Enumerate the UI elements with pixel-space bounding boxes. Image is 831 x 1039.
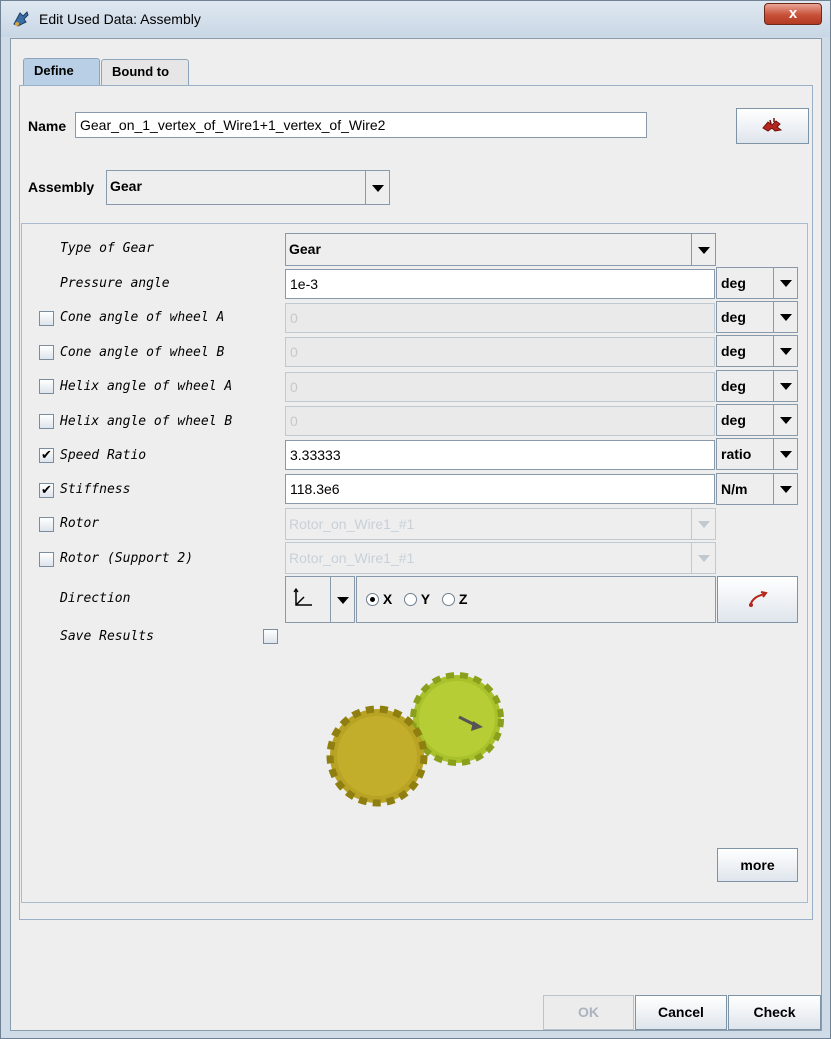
direction-x-radio[interactable] — [366, 593, 379, 606]
chevron-down-icon[interactable] — [773, 405, 797, 435]
type-of-gear-label: Type of Gear — [60, 241, 154, 256]
cone-b-unit: deg — [721, 343, 746, 359]
name-input[interactable]: Gear_on_1_vertex_of_Wire1+1_vertex_of_Wi… — [75, 112, 647, 138]
cancel-button[interactable]: Cancel — [635, 995, 727, 1030]
rotor-label: Rotor — [60, 516, 100, 531]
tab-bound-to[interactable]: Bound to — [101, 59, 189, 85]
cone-a-input[interactable]: 0 — [285, 303, 715, 333]
cone-b-unit-select[interactable]: deg — [716, 335, 798, 367]
rotor-support2-label: Rotor (Support 2) — [60, 551, 194, 566]
pressure-angle-label: Pressure angle — [60, 276, 170, 291]
helix-a-input[interactable]: 0 — [285, 372, 715, 402]
check-button[interactable]: Check — [728, 995, 821, 1030]
speed-ratio-unit-select[interactable]: ratio — [716, 438, 798, 470]
chevron-down-icon[interactable] — [773, 336, 797, 366]
type-of-gear-select[interactable]: Gear — [285, 233, 716, 266]
chevron-down-icon[interactable] — [773, 474, 797, 504]
cone-b-input[interactable]: 0 — [285, 337, 715, 367]
pressure-angle-unit: deg — [721, 275, 746, 291]
direction-y-radio[interactable] — [404, 593, 418, 606]
chevron-down-icon[interactable] — [773, 268, 797, 298]
pressure-angle-input[interactable]: 1e-3 — [285, 269, 715, 299]
cone-b-checkbox[interactable] — [39, 345, 54, 360]
axes-icon — [293, 587, 312, 606]
pick-button[interactable] — [736, 108, 809, 144]
cone-a-unit: deg — [721, 309, 746, 325]
assembly-label: Assembly — [28, 179, 95, 195]
type-of-gear-value: Gear — [289, 241, 321, 257]
chevron-down-icon[interactable] — [773, 302, 797, 332]
helix-b-unit-select[interactable]: deg — [716, 404, 798, 436]
close-button[interactable]: x — [764, 3, 822, 25]
rotor-select[interactable]: Rotor_on_Wire1_#1 — [285, 508, 716, 540]
stiffness-unit-select[interactable]: N/m — [716, 473, 798, 505]
window-title: Edit Used Data: Assembly — [39, 11, 201, 27]
assembly-select[interactable]: Gear — [106, 170, 390, 205]
stiffness-unit: N/m — [721, 481, 748, 497]
direction-z-label: Z — [458, 591, 468, 607]
direction-label: Direction — [60, 591, 131, 606]
speed-ratio-checkbox[interactable]: ✔ — [39, 448, 54, 463]
title-bar: Edit Used Data: Assembly x — [1, 1, 830, 37]
ok-button[interactable]: OK — [543, 995, 634, 1030]
stiffness-input[interactable]: 118.3e6 — [285, 474, 715, 504]
helix-a-label: Helix angle of wheel A — [60, 379, 233, 394]
save-results-checkbox[interactable] — [263, 629, 278, 644]
more-button[interactable]: more — [717, 848, 798, 882]
speed-ratio-unit: ratio — [721, 446, 752, 462]
direction-x-label: X — [382, 591, 393, 607]
speed-ratio-label: Speed Ratio — [60, 448, 147, 463]
direction-radio-group: X Y Z — [356, 576, 716, 623]
cone-a-checkbox[interactable] — [39, 311, 54, 326]
direction-axis-select[interactable] — [285, 576, 355, 623]
pressure-angle-unit-select[interactable]: deg — [716, 267, 798, 299]
name-label: Name — [28, 118, 67, 134]
chevron-down-icon[interactable] — [691, 543, 715, 573]
gears-illustration — [326, 672, 504, 807]
chevron-down-icon[interactable] — [773, 371, 797, 401]
tab-define[interactable]: Define — [23, 58, 100, 85]
left-gear-icon — [326, 705, 428, 807]
direction-z-radio[interactable] — [442, 593, 455, 606]
chevron-down-icon[interactable] — [691, 509, 715, 539]
rotor-support2-select-value: Rotor_on_Wire1_#1 — [289, 550, 415, 566]
cone-a-label: Cone angle of wheel A — [60, 310, 225, 325]
right-gear-icon — [410, 672, 504, 766]
direction-edit-button[interactable] — [717, 576, 798, 623]
chevron-down-icon[interactable] — [773, 439, 797, 469]
speed-ratio-input[interactable]: 3.33333 — [285, 440, 715, 470]
helix-b-input[interactable]: 0 — [285, 406, 715, 436]
helix-b-checkbox[interactable] — [39, 414, 54, 429]
helix-a-checkbox[interactable] — [39, 379, 54, 394]
arrow-edit-icon — [748, 591, 768, 607]
direction-y-label: Y — [420, 591, 431, 607]
cone-b-label: Cone angle of wheel B — [60, 345, 225, 360]
save-results-label: Save Results — [60, 629, 154, 644]
helix-b-label: Helix angle of wheel B — [60, 414, 233, 429]
assembly-select-value: Gear — [110, 178, 142, 194]
chevron-down-icon[interactable] — [691, 234, 715, 265]
rotor-select-value: Rotor_on_Wire1_#1 — [289, 516, 415, 532]
helix-a-unit-select[interactable]: deg — [716, 370, 798, 402]
pick-icon — [761, 118, 782, 132]
cone-a-unit-select[interactable]: deg — [716, 301, 798, 333]
rotor-checkbox[interactable] — [39, 517, 54, 532]
chevron-down-icon[interactable] — [365, 171, 389, 204]
helix-a-unit: deg — [721, 378, 746, 394]
rotor-support2-checkbox[interactable] — [39, 552, 54, 567]
stiffness-label: Stiffness — [60, 482, 131, 497]
rotor-support2-select[interactable]: Rotor_on_Wire1_#1 — [285, 542, 716, 574]
helix-b-unit: deg — [721, 412, 746, 428]
stiffness-checkbox[interactable]: ✔ — [39, 483, 54, 498]
chevron-down-icon[interactable] — [330, 577, 354, 622]
dialog-window: Edit Used Data: Assembly x Define Bound … — [0, 0, 831, 1039]
app-icon — [13, 11, 29, 27]
